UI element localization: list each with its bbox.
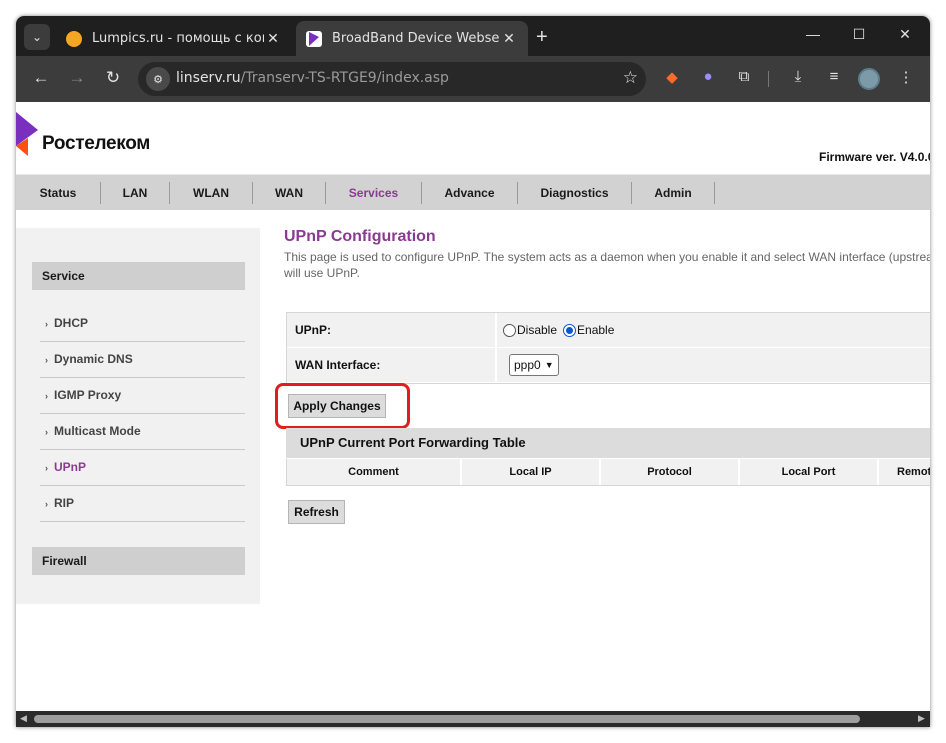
upnp-content: UPnP Configuration This page is used to … <box>284 228 930 281</box>
chevron-down-icon: ⌄ <box>31 30 43 44</box>
download-icon[interactable]: ⤓ <box>786 68 810 85</box>
col-comment: Comment <box>287 459 462 485</box>
menu-advance[interactable]: Advance <box>422 175 517 211</box>
enable-label: Enable <box>577 323 615 337</box>
url-text[interactable]: linserv.ru/Transerv-TS-RTGE9/index.asp <box>176 70 449 86</box>
tab-title: BroadBand Device Webserver <box>332 31 500 46</box>
maximize-button[interactable]: ☐ <box>844 26 874 43</box>
port-forwarding-table: UPnP Current Port Forwarding Table Comme… <box>286 428 930 486</box>
tab-lumpics[interactable]: Lumpics.ru - помощь с компью ✕ <box>56 21 292 56</box>
upnp-mode-group: Disable Enable <box>497 313 930 347</box>
bullet-icon: › <box>45 463 48 473</box>
upnp-disable-radio[interactable] <box>503 323 516 337</box>
menu-kebab-icon[interactable]: ⋮ <box>894 68 918 86</box>
menu-admin[interactable]: Admin <box>632 175 714 211</box>
tab-close-icon[interactable]: ✕ <box>264 31 282 47</box>
firmware-version: Firmware ver. V4.0.0 <box>819 150 930 164</box>
page-description: This page is used to configure UPnP. The… <box>284 250 930 280</box>
profile-avatar-icon[interactable] <box>858 68 880 90</box>
bullet-icon: › <box>45 427 48 437</box>
brand-name: Ростелеком <box>42 133 151 154</box>
tab-search-button[interactable]: ⌄ <box>24 24 50 50</box>
forward-button[interactable]: → <box>64 68 90 88</box>
sidebar: Service › DHCP › Dynamic DNS › IGMP Proxy ›… <box>16 228 260 604</box>
tab-title: Lumpics.ru - помощь с компью <box>92 31 264 46</box>
menu-services[interactable]: Services <box>326 175 421 211</box>
tab-strip: ⌄ Lumpics.ru - помощь с компью ✕ BroadBa… <box>16 16 930 56</box>
sidebar-item-multicast-mode[interactable]: › Multicast Mode <box>40 414 245 450</box>
horizontal-scrollbar[interactable]: ◀ ▶ <box>16 711 930 727</box>
media-queue-icon[interactable]: ≡ <box>822 68 846 85</box>
sidebar-group-firewall[interactable]: Firewall <box>32 547 245 575</box>
wan-interface-row: WAN Interface: ppp0 ▼ <box>287 348 930 383</box>
top-menu: Status LAN WLAN WAN Services Advance Dia… <box>16 174 930 210</box>
minimize-button[interactable]: — <box>798 26 828 42</box>
sidebar-item-igmp-proxy[interactable]: › IGMP Proxy <box>40 378 245 414</box>
tab-close-icon[interactable]: ✕ <box>500 31 518 47</box>
sidebar-item-dynamic-dns[interactable]: › Dynamic DNS <box>40 342 245 378</box>
bookmark-star-icon[interactable]: ☆ <box>623 68 638 88</box>
bullet-icon: › <box>45 355 48 365</box>
bullet-icon: › <box>45 499 48 509</box>
wan-interface-label: WAN Interface: <box>287 348 497 382</box>
tab-broadband[interactable]: BroadBand Device Webserver ✕ <box>296 21 528 56</box>
menu-wlan[interactable]: WLAN <box>170 175 252 211</box>
col-local-ip: Local IP <box>462 459 601 485</box>
extension-fox-icon[interactable]: ◆ <box>660 68 684 86</box>
upnp-row: UPnP: Disable Enable <box>287 313 930 348</box>
bullet-icon: › <box>45 319 48 329</box>
bullet-icon: › <box>45 391 48 401</box>
rostelecom-logo: Ростелеком <box>16 112 156 158</box>
reload-button[interactable]: ↻ <box>100 68 126 88</box>
refresh-button[interactable]: Refresh <box>288 500 345 524</box>
sidebar-item-upnp[interactable]: › UPnP <box>40 450 245 486</box>
rostelecom-favicon-icon <box>306 30 322 47</box>
browser-window: ⌄ Lumpics.ru - помощь с компью ✕ BroadBa… <box>16 16 930 727</box>
chevron-down-icon: ▼ <box>544 360 554 370</box>
toolbar-divider <box>768 71 769 87</box>
lumpics-favicon-icon <box>66 30 82 47</box>
wan-interface-cell: ppp0 ▼ <box>497 348 930 382</box>
sidebar-group-service[interactable]: Service <box>32 262 245 290</box>
close-window-button[interactable]: ✕ <box>890 26 920 43</box>
upnp-enable-radio[interactable] <box>563 323 577 337</box>
table-header: Comment Local IP Protocol Local Port Rem… <box>286 458 930 486</box>
address-bar[interactable]: ⚙ linserv.ru/Transerv-TS-RTGE9/index.asp… <box>138 62 646 96</box>
sidebar-item-dhcp[interactable]: › DHCP <box>40 306 245 342</box>
disable-label: Disable <box>517 323 558 337</box>
page-title: UPnP Configuration <box>284 228 436 245</box>
site-info-icon[interactable]: ⚙ <box>146 67 170 91</box>
extension-ghost-icon[interactable]: ● <box>696 68 720 85</box>
wan-interface-select[interactable]: ppp0 ▼ <box>509 354 559 376</box>
menu-wan[interactable]: WAN <box>253 175 325 211</box>
new-tab-button[interactable]: + <box>536 26 548 49</box>
browser-toolbar: ← → ↻ ⚙ linserv.ru/Transerv-TS-RTGE9/ind… <box>16 56 930 102</box>
highlight-frame <box>275 383 410 429</box>
col-local-port: Local Port <box>740 459 879 485</box>
menu-diagnostics[interactable]: Diagnostics <box>518 175 631 211</box>
col-protocol: Protocol <box>601 459 740 485</box>
scroll-left-icon[interactable]: ◀ <box>20 713 27 724</box>
menu-status[interactable]: Status <box>16 175 100 211</box>
router-web-page: Ростелеком Firmware ver. V4.0.0 Status L… <box>16 102 930 711</box>
scroll-right-icon[interactable]: ▶ <box>918 713 925 724</box>
col-remote-port: Remote Port <box>879 459 930 485</box>
back-button[interactable]: ← <box>28 68 54 88</box>
upnp-label: UPnP: <box>287 313 497 347</box>
table-title: UPnP Current Port Forwarding Table <box>286 428 930 458</box>
upnp-config-table: UPnP: Disable Enable WAN Interface: ppp0… <box>286 312 930 384</box>
menu-lan[interactable]: LAN <box>101 175 169 211</box>
extensions-puzzle-icon[interactable]: ⧉ <box>732 68 756 85</box>
scrollbar-thumb[interactable] <box>34 715 860 723</box>
menu-divider <box>714 182 715 204</box>
sidebar-item-rip[interactable]: › RIP <box>40 486 245 522</box>
rostelecom-logo-icon <box>16 112 38 156</box>
